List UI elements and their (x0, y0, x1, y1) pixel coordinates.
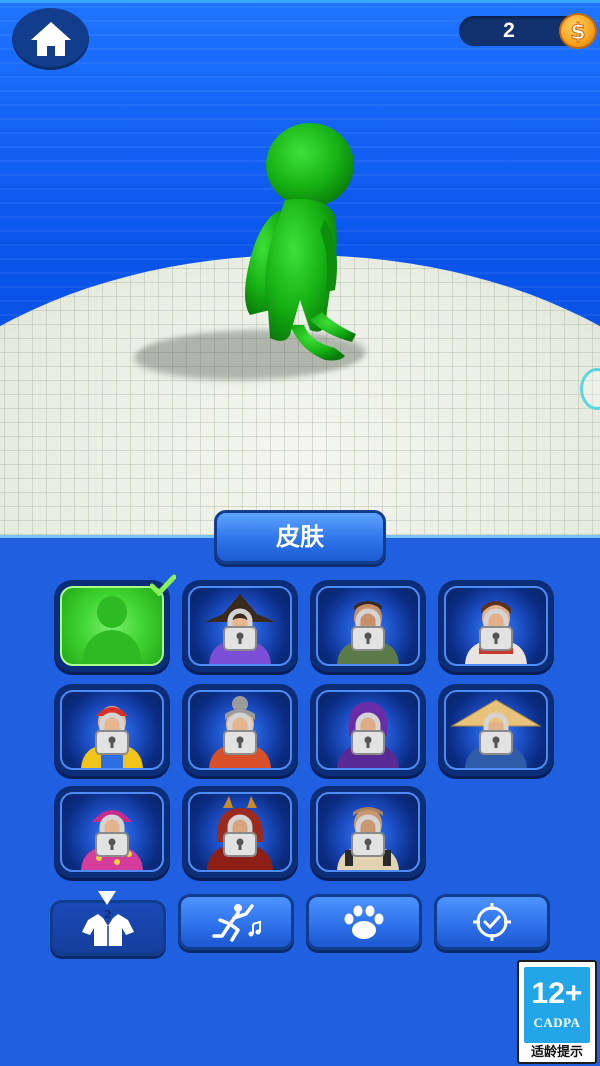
home-icon (30, 22, 71, 56)
skin-cell-bun-hair-woman[interactable] (182, 684, 298, 776)
skin-cell-samurai[interactable] (182, 786, 298, 878)
lock-icon (223, 712, 257, 755)
lock-icon (479, 712, 513, 755)
paw-icon (344, 905, 384, 939)
age-rating-org: CADPA (533, 1015, 581, 1030)
lock-icon (95, 814, 129, 857)
svg-text:$: $ (570, 20, 585, 43)
lock-icon (479, 608, 513, 651)
coin-counter: 2 $ (459, 13, 597, 49)
shirt-icon (82, 914, 134, 946)
age-rating-tip: 适龄提示 (530, 1045, 583, 1060)
panel-title: 皮肤 (214, 510, 386, 564)
coin-icon: $ (559, 13, 597, 49)
age-rating-badge: 12+ CADPA 适龄提示 (517, 960, 597, 1064)
lock-icon (351, 712, 385, 755)
coin-count: 2 (503, 19, 515, 42)
lock-icon (223, 608, 257, 651)
home-button[interactable] (12, 8, 89, 70)
skin-cell-pink-hat-lady[interactable] (54, 786, 170, 878)
target-icon (473, 903, 511, 941)
age-rating-box: 12+ CADPA (524, 967, 590, 1043)
skin-cell-witch-hat[interactable] (182, 580, 298, 672)
tab-pets[interactable] (306, 894, 422, 950)
skin-cell-purple-hair[interactable] (310, 684, 426, 776)
skin-cell-straw-hat[interactable] (438, 684, 554, 776)
skin-cell-green-stickman[interactable] (54, 574, 176, 672)
lock-icon (95, 712, 129, 755)
skin-cell-brown-hair-man[interactable] (438, 580, 554, 672)
skin-cell-bald-soldier[interactable] (310, 580, 426, 672)
tab-targets[interactable] (434, 894, 550, 950)
tab-dances[interactable] (178, 894, 294, 950)
game-scene (0, 0, 600, 540)
age-rating-number: 12+ (531, 977, 583, 1010)
lock-icon (223, 814, 257, 857)
lock-icon (351, 814, 385, 857)
green-stickman-avatar (82, 596, 142, 664)
skin-cell-eyepatch-man[interactable] (310, 786, 426, 878)
dance-icon (212, 904, 261, 942)
green-character-preview[interactable] (230, 120, 370, 370)
tab-skins[interactable] (50, 900, 166, 956)
lock-icon (351, 608, 385, 651)
skin-cell-red-cap-kid[interactable] (54, 684, 170, 776)
